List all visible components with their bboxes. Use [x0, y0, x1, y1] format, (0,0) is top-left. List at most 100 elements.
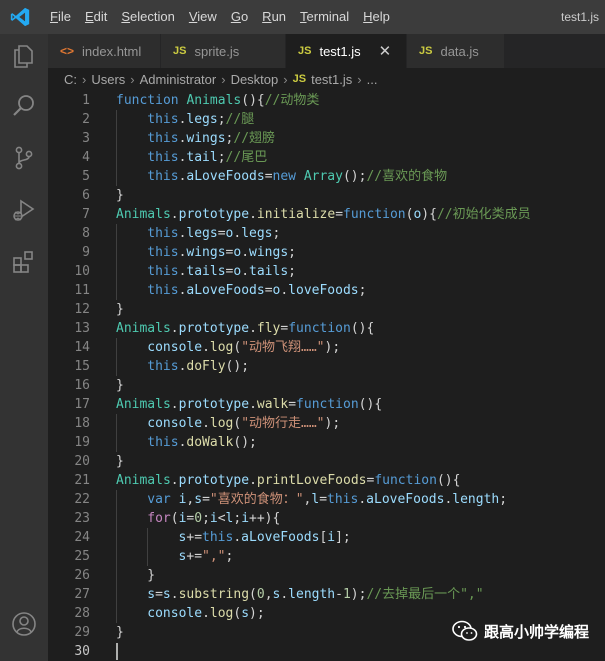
- tab-test1-js[interactable]: JS test1.js ✕: [286, 34, 407, 68]
- account-icon[interactable]: [10, 610, 38, 638]
- code-token: +=: [186, 549, 203, 564]
- code-token: log: [209, 340, 234, 355]
- code-token: aLoveFoods: [186, 169, 265, 184]
- code-text: this.doFly();: [147, 357, 249, 376]
- tab-sprite-js[interactable]: JS sprite.js: [161, 34, 286, 68]
- code-token: this: [147, 264, 179, 279]
- code-line[interactable]: 24 s+=this.aLoveFoods[i];: [48, 528, 605, 547]
- code-token: }: [116, 625, 124, 640]
- line-number: 8: [82, 226, 90, 241]
- indent-guide: [116, 433, 117, 452]
- breadcrumb-drive[interactable]: C:: [64, 72, 77, 87]
- code-token: ();: [233, 435, 257, 450]
- chevron-right-icon: ›: [221, 71, 226, 87]
- code-line[interactable]: 19 this.doWalk();: [48, 433, 605, 452]
- indent-guide: [116, 243, 117, 262]
- line-number: 25: [74, 549, 90, 564]
- extensions-icon[interactable]: [10, 248, 38, 276]
- code-token: (){: [358, 397, 383, 412]
- code-token: var: [147, 492, 171, 507]
- menu-go[interactable]: Go: [224, 0, 255, 34]
- code-line[interactable]: 2 this.legs;//腿: [48, 110, 605, 129]
- tab-label: data.js: [440, 43, 479, 59]
- code-line[interactable]: 21 Animals.prototype.printLoveFoods=funct…: [48, 471, 605, 490]
- code-token: wings: [186, 245, 226, 260]
- code-line[interactable]: 26}: [48, 566, 605, 585]
- close-tab-icon[interactable]: ✕: [379, 42, 392, 60]
- code-line[interactable]: 22 var i,s="喜欢的食物：",l=this.aLoveFoods.len…: [48, 490, 605, 509]
- code-line[interactable]: 7 Animals.prototype.initialize=function(o…: [48, 205, 605, 224]
- code-line[interactable]: 9 this.wings=o.wings;: [48, 243, 605, 262]
- code-token: function: [343, 207, 406, 222]
- code-token: initialize: [256, 207, 336, 222]
- code-token: .: [249, 321, 257, 336]
- menu-file[interactable]: File: [43, 0, 78, 34]
- source-control-icon[interactable]: [10, 144, 38, 172]
- code-line[interactable]: 27 s=s.substring(0,s.length-1);//去掉最后一个",…: [48, 585, 605, 604]
- code-line[interactable]: 6}: [48, 186, 605, 205]
- code-token: console: [147, 340, 203, 355]
- indent-guide: [116, 604, 117, 623]
- line-number: 12: [74, 302, 90, 317]
- code-token: prototype: [178, 473, 250, 488]
- breadcrumb-administrator[interactable]: Administrator: [140, 72, 217, 87]
- code-line[interactable]: 30: [48, 642, 605, 661]
- code-token: (){: [241, 93, 265, 108]
- code-token: ];: [335, 530, 351, 545]
- code-line[interactable]: 3 this.wings;//翅膀: [48, 129, 605, 148]
- code-line[interactable]: 23 for(i=0;i<l;i++){: [48, 509, 605, 528]
- menu-terminal[interactable]: Terminal: [293, 0, 356, 34]
- code-line[interactable]: 13 Animals.prototype.fly=function(){: [48, 319, 605, 338]
- indent-guide: [116, 357, 117, 376]
- menu-selection[interactable]: Selection: [114, 0, 181, 34]
- code-line[interactable]: 18 console.log("动物行走……");: [48, 414, 605, 433]
- code-line[interactable]: 10 this.tails=o.tails;: [48, 262, 605, 281]
- tab-label: index.html: [82, 43, 142, 59]
- code-line[interactable]: 17 Animals.prototype.walk=function(){: [48, 395, 605, 414]
- line-number: 2: [82, 112, 90, 127]
- wechat-icon: [452, 620, 478, 641]
- code-token: ,: [264, 587, 273, 602]
- code-text: this.wings;//翅膀: [147, 129, 275, 148]
- breadcrumb-symbols[interactable]: ...: [367, 72, 378, 87]
- menu-help[interactable]: Help: [356, 0, 397, 34]
- breadcrumb-users[interactable]: Users: [91, 72, 125, 87]
- code-line[interactable]: 11 this.aLoveFoods=o.loveFoods;: [48, 281, 605, 300]
- code-line[interactable]: 1 function Animals(){//动物类: [48, 91, 605, 110]
- code-token: legs: [186, 226, 218, 241]
- code-token: -: [335, 587, 343, 602]
- code-token: function: [374, 473, 437, 488]
- menu-edit[interactable]: Edit: [78, 0, 114, 34]
- code-text: Animals.prototype.printLoveFoods=functio…: [116, 471, 460, 490]
- code-token: s: [241, 606, 250, 621]
- explorer-icon[interactable]: [10, 42, 38, 70]
- tab-index-html[interactable]: <> index.html: [48, 34, 161, 68]
- line-number: 22: [74, 492, 90, 507]
- code-line[interactable]: 15 this.doFly();: [48, 357, 605, 376]
- indent-guide: [116, 262, 117, 281]
- code-token: for: [147, 511, 171, 526]
- code-line[interactable]: 25 s+=",";: [48, 547, 605, 566]
- code-token: .: [249, 473, 257, 488]
- indent-guide: [147, 547, 149, 566]
- code-line[interactable]: 14 console.log("动物飞翔……");: [48, 338, 605, 357]
- code-token: length: [452, 492, 500, 507]
- code-line[interactable]: 12}: [48, 300, 605, 319]
- code-line[interactable]: 5 this.aLoveFoods=new Array();//喜欢的食物: [48, 167, 605, 186]
- menu-view[interactable]: View: [182, 0, 224, 34]
- code-line[interactable]: 4 this.tail;//尾巴: [48, 148, 605, 167]
- code-text: Animals.prototype.initialize=function(o)…: [116, 205, 531, 224]
- indent-guide: [116, 528, 117, 547]
- code-token: i: [241, 511, 250, 526]
- code-line[interactable]: 20}: [48, 452, 605, 471]
- search-icon[interactable]: [10, 92, 38, 120]
- breadcrumb-file[interactable]: test1.js: [311, 72, 352, 87]
- run-debug-icon[interactable]: [10, 196, 38, 224]
- breadcrumb-desktop[interactable]: Desktop: [231, 72, 279, 87]
- menu-run[interactable]: Run: [255, 0, 293, 34]
- code-line[interactable]: 8 this.legs=o.legs;: [48, 224, 605, 243]
- code-line[interactable]: 16}: [48, 376, 605, 395]
- code-editor[interactable]: 1 function Animals(){//动物类 2 this.legs;//腿 3…: [48, 90, 605, 661]
- tab-data-js[interactable]: JS data.js: [407, 34, 505, 68]
- code-token: s: [194, 492, 203, 507]
